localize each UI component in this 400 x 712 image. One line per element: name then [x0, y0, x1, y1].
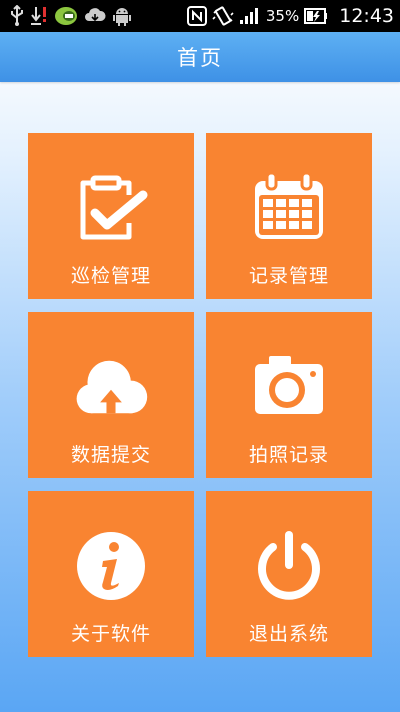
battery-percent: 35%: [265, 7, 300, 25]
download-error-icon: [31, 7, 46, 25]
calendar-icon: [251, 173, 327, 243]
menu-grid: 巡检管理 记录管理 数据提交 拍照记录 关于软件 退出系统: [28, 133, 372, 657]
signal-icon: [239, 8, 258, 24]
notification-icons: [10, 0, 132, 32]
cloud-download-icon: [85, 8, 106, 22]
tile-label: 拍照记录: [248, 444, 329, 466]
tile-label: 巡检管理: [70, 265, 151, 287]
vibrate-icon: [212, 6, 234, 26]
inspection-management-tile[interactable]: 巡检管理: [28, 133, 194, 299]
usb-icon: [11, 5, 23, 26]
exit-system-tile[interactable]: 退出系统: [206, 491, 372, 657]
photo-record-tile[interactable]: 拍照记录: [206, 312, 372, 478]
android-icon: [113, 8, 131, 26]
tile-label: 记录管理: [248, 265, 329, 287]
title-bar: 首页: [0, 32, 400, 82]
tile-label: 关于软件: [70, 623, 151, 645]
battery-charging-icon: [304, 8, 328, 24]
tile-label: 退出系统: [248, 623, 329, 645]
camera-icon: [251, 352, 327, 422]
clock: 12:43: [339, 5, 394, 27]
record-management-tile[interactable]: 记录管理: [206, 133, 372, 299]
power-icon: [251, 531, 327, 601]
about-software-tile[interactable]: 关于软件: [28, 491, 194, 657]
clipboard-check-icon: [73, 173, 149, 243]
app-notification-icon: [55, 7, 77, 25]
cloud-upload-icon: [73, 352, 149, 422]
tile-label: 数据提交: [70, 444, 151, 466]
system-icons: 35% 12:43: [186, 0, 394, 32]
info-icon: [73, 531, 149, 601]
page-title: 首页: [177, 46, 223, 70]
nfc-icon: [186, 6, 207, 26]
data-submit-tile[interactable]: 数据提交: [28, 312, 194, 478]
app-screen: 首页 巡检管理 记录管理 数据提交 拍照记录 关于软件 退出系统: [0, 32, 400, 712]
status-bar: 35% 12:43: [0, 0, 400, 32]
